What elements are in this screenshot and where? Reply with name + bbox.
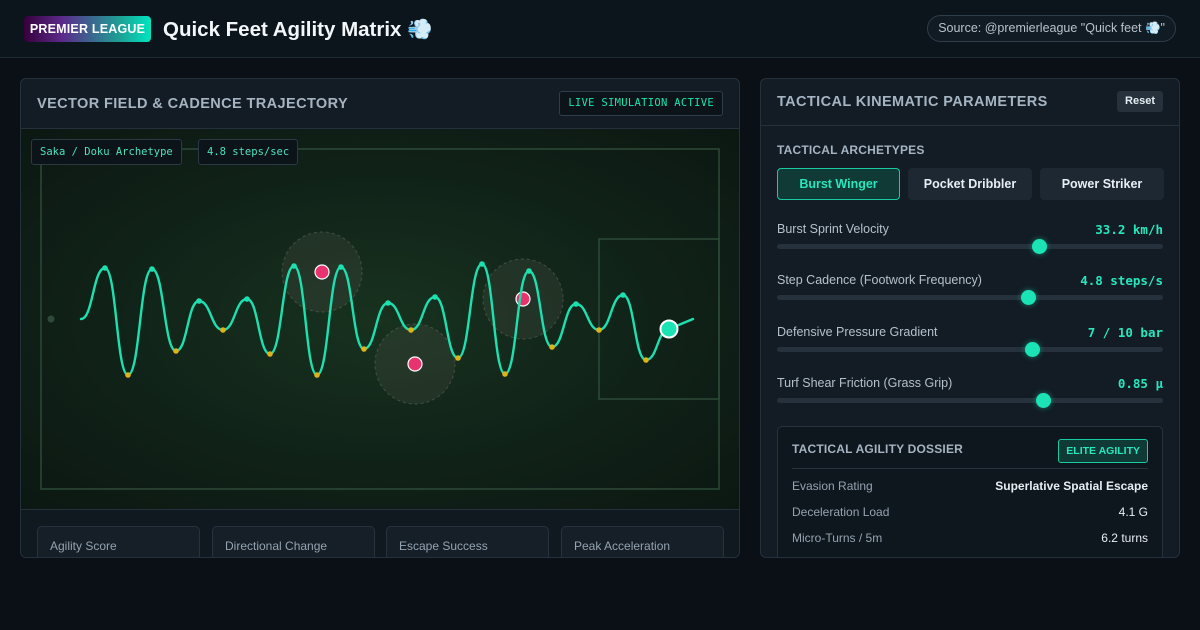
dossier-divider — [792, 468, 1148, 469]
foot-strike-point — [502, 371, 508, 377]
origin-marker — [47, 315, 55, 323]
defender-marker[interactable] — [407, 356, 423, 372]
parameters-panel-title: TACTICAL KINEMATIC PARAMETERS — [777, 94, 1048, 110]
kpi-card-escape-success: Escape Success — [386, 526, 549, 557]
cadence-chip: 4.8 steps/sec — [198, 139, 299, 165]
kpi-card-peak-acceleration: Peak Acceleration — [561, 526, 724, 557]
kpi-card-directional-change: Directional Change — [212, 526, 375, 557]
param-value: 0.85 μ — [1117, 376, 1163, 391]
slider-track[interactable] — [777, 342, 1163, 357]
trajectory-panel-title: VECTOR FIELD & CADENCE TRAJECTORY — [37, 96, 349, 112]
dossier-row-label: Evasion Rating — [792, 479, 873, 493]
kpi-card-agility-score: Agility Score — [37, 526, 200, 557]
param-label: Burst Sprint Velocity — [777, 222, 889, 236]
kpi-label: Agility Score — [50, 539, 117, 553]
slider-track[interactable] — [777, 290, 1163, 305]
source-link[interactable]: Source: @premierleague "Quick feet 💨" — [927, 15, 1176, 42]
dossier-row: Evasion Rating Superlative Spatial Escap… — [792, 479, 1148, 497]
pitch-canvas[interactable]: Saka / Doku Archetype 4.8 steps/sec — [21, 129, 739, 509]
archetype-power-striker-button[interactable]: Power Striker — [1040, 168, 1164, 200]
foot-strike-point — [125, 372, 131, 378]
foot-strike-point — [244, 296, 250, 302]
parameters-panel: TACTICAL KINEMATIC PARAMETERS Reset TACT… — [760, 78, 1180, 558]
param-value: 7 / 10 bar — [1087, 325, 1163, 340]
reset-button[interactable]: Reset — [1117, 91, 1163, 112]
foot-strike-point — [267, 351, 273, 357]
parameters-panel-header: TACTICAL KINEMATIC PARAMETERS Reset — [761, 79, 1179, 126]
dossier-title: TACTICAL AGILITY DOSSIER — [792, 442, 964, 456]
foot-strike-point — [314, 372, 320, 378]
archetypes-label: TACTICAL ARCHETYPES — [777, 143, 925, 157]
slider-track[interactable] — [777, 239, 1163, 254]
foot-strike-point — [196, 298, 202, 304]
foot-strike-point — [408, 327, 414, 333]
foot-strike-point — [573, 301, 579, 307]
foot-strike-point — [338, 264, 344, 270]
param-burst-sprint-velocity: Burst Sprint Velocity 33.2 km/h — [777, 222, 1163, 258]
param-label: Defensive Pressure Gradient — [777, 325, 938, 339]
dossier-row-label: Micro-Turns / 5m — [792, 531, 883, 545]
penalty-box — [598, 238, 720, 400]
dossier-row: Micro-Turns / 5m 6.2 turns — [792, 531, 1148, 549]
param-turf-shear-friction: Turf Shear Friction (Grass Grip) 0.85 μ — [777, 376, 1163, 412]
foot-strike-point — [549, 344, 555, 350]
page-title: Quick Feet Agility Matrix 💨 — [163, 18, 433, 41]
slider-track[interactable] — [777, 393, 1163, 408]
kpi-label: Directional Change — [225, 539, 328, 553]
foot-strike-point — [643, 357, 649, 363]
foot-strike-point — [173, 348, 179, 354]
param-label: Step Cadence (Footwork Frequency) — [777, 273, 982, 287]
foot-strike-point — [291, 263, 297, 269]
param-value: 33.2 km/h — [1095, 222, 1163, 237]
foot-strike-point — [102, 265, 108, 271]
trajectory-panel: VECTOR FIELD & CADENCE TRAJECTORY LIVE S… — [20, 78, 740, 558]
param-label: Turf Shear Friction (Grass Grip) — [777, 376, 953, 390]
trajectory-panel-header: VECTOR FIELD & CADENCE TRAJECTORY LIVE S… — [21, 79, 739, 129]
kpi-row: Agility Score Directional Change Escape … — [21, 509, 739, 557]
defender-marker[interactable] — [314, 264, 330, 280]
archetype-chip: Saka / Doku Archetype — [31, 139, 182, 165]
cadence-trajectory-line — [79, 262, 671, 377]
dossier-row-value: 4.1 G — [1118, 505, 1148, 519]
slider-thumb[interactable] — [1024, 342, 1040, 357]
pitch-svg — [40, 148, 720, 490]
slider-thumb[interactable] — [1020, 290, 1036, 305]
brand-badge: PREMIER LEAGUE — [24, 16, 151, 42]
dossier-row-label: Deceleration Load — [792, 505, 890, 519]
param-defensive-pressure: Defensive Pressure Gradient 7 / 10 bar — [777, 325, 1163, 361]
foot-strike-point — [149, 266, 155, 272]
foot-strike-point — [432, 294, 438, 300]
agility-dossier: TACTICAL AGILITY DOSSIER ELITE AGILITY E… — [777, 426, 1163, 557]
dossier-row: Deceleration Load 4.1 G — [792, 505, 1148, 523]
param-value: 4.8 steps/s — [1080, 273, 1163, 288]
elite-agility-badge: ELITE AGILITY — [1058, 439, 1148, 463]
foot-strike-point — [526, 268, 532, 274]
live-status-badge: LIVE SIMULATION ACTIVE — [559, 91, 723, 116]
foot-strike-point — [455, 355, 461, 361]
dossier-row-value: 6.2 turns — [1101, 531, 1148, 545]
player-marker[interactable] — [659, 319, 679, 339]
param-step-cadence: Step Cadence (Footwork Frequency) 4.8 st… — [777, 273, 1163, 309]
foot-strike-point — [385, 300, 391, 306]
foot-strike-point — [479, 261, 485, 267]
archetype-burst-winger-button[interactable]: Burst Winger — [777, 168, 900, 200]
foot-strike-point — [361, 346, 367, 352]
foot-strike-point — [620, 292, 626, 298]
kpi-label: Escape Success — [399, 539, 488, 553]
archetype-pocket-dribbler-button[interactable]: Pocket Dribbler — [908, 168, 1032, 200]
foot-strike-point — [220, 327, 226, 333]
top-bar: PREMIER LEAGUE Quick Feet Agility Matrix… — [0, 0, 1200, 58]
kpi-label: Peak Acceleration — [574, 539, 671, 553]
foot-strike-point — [596, 327, 602, 333]
pitch-boundary — [40, 148, 720, 490]
slider-thumb[interactable] — [1036, 393, 1052, 408]
slider-thumb[interactable] — [1032, 239, 1048, 254]
dossier-row-value: Superlative Spatial Escape — [995, 479, 1148, 493]
